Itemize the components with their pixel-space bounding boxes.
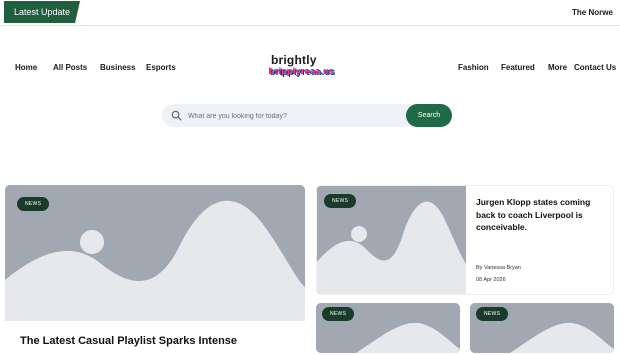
search-button[interactable]: Search	[406, 104, 452, 127]
category-badge[interactable]: NEWS	[17, 197, 50, 211]
nav-contact-us[interactable]: Contact Us	[574, 63, 616, 72]
search-input[interactable]	[186, 108, 390, 125]
post-image-placeholder	[5, 185, 305, 321]
logo-line-1: brightly	[271, 53, 317, 67]
category-badge[interactable]: NEWS	[322, 307, 355, 321]
nav-all-posts[interactable]: All Posts	[53, 63, 87, 72]
top-bar: Latest Update The Norwe	[0, 0, 620, 26]
category-badge[interactable]: NEWS	[324, 194, 357, 208]
nav-home[interactable]: Home	[15, 63, 37, 72]
post-card[interactable]: NEWS	[316, 303, 460, 353]
nav-fashion[interactable]: Fashion	[458, 63, 489, 72]
search-icon	[171, 110, 182, 121]
nav-business[interactable]: Business	[100, 63, 136, 72]
latest-update-label: Latest Update	[4, 1, 80, 23]
nav-esports[interactable]: Esports	[146, 63, 176, 72]
nav-featured[interactable]: Featured	[501, 63, 535, 72]
news-ticker[interactable]: The Norwe	[572, 0, 620, 25]
search-bar: Search	[162, 104, 452, 127]
post-card[interactable]: NEWS	[470, 303, 614, 353]
category-badge[interactable]: NEWS	[476, 307, 509, 321]
post-title[interactable]: Jurgen Klopp states coming back to coach…	[476, 196, 606, 234]
featured-post-title[interactable]: The Latest Casual Playlist Sparks Intens…	[20, 335, 237, 347]
logo-line-2: brippiyreaa.us	[269, 66, 335, 76]
post-author: By Vanessa Bryan	[476, 265, 521, 271]
featured-post-card[interactable]: NEWS	[5, 185, 305, 355]
nav-more[interactable]: More	[548, 63, 567, 72]
post-date: 08 Apr 2026	[476, 277, 506, 283]
